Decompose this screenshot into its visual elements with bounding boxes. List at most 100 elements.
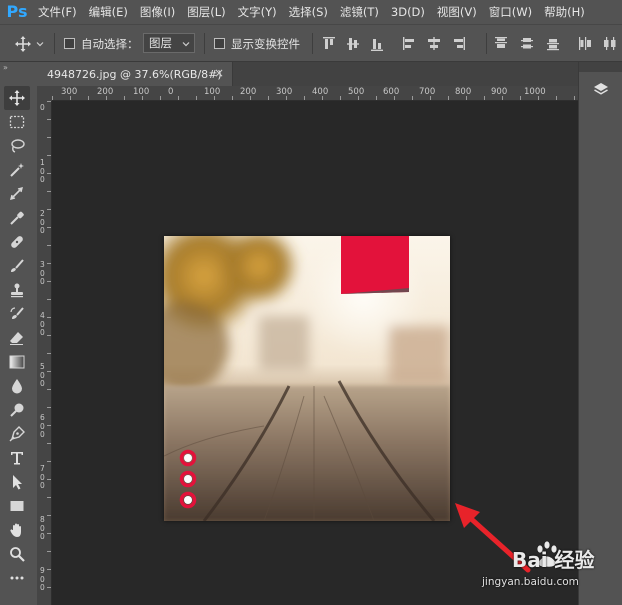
pen-tool[interactable] (4, 422, 30, 446)
menu-select[interactable]: 选择(S) (289, 0, 328, 24)
ruler-label: 900 (491, 87, 508, 97)
chevron-down-icon (182, 42, 190, 47)
options-bar: 自动选择： 图层 显示变换控件 (0, 24, 622, 62)
right-panel-dock (578, 62, 622, 605)
move-tool-preset[interactable] (14, 25, 45, 62)
ruler-label: 900 (40, 566, 45, 592)
distribute-hcenter-icon (604, 37, 616, 50)
ruler-label: 700 (419, 87, 436, 97)
document-canvas[interactable] (164, 236, 450, 521)
align-bottom-icon (371, 39, 383, 51)
zoom-icon (10, 547, 25, 562)
marquee-tool[interactable] (4, 110, 30, 134)
separator (54, 33, 55, 54)
distribute-buttons-group[interactable] (492, 34, 620, 54)
menu-filter[interactable]: 滤镜(T) (340, 0, 379, 24)
crop-tool[interactable] (4, 182, 30, 206)
hand-icon (10, 523, 21, 537)
layers-panel-button[interactable] (586, 78, 616, 102)
history-brush-icon (10, 307, 24, 319)
menu-view[interactable]: 视图(V) (437, 0, 477, 24)
ruler-label: 700 (40, 464, 45, 490)
ruler-label: 600 (383, 87, 400, 97)
clone-stamp-tool[interactable] (4, 278, 30, 302)
close-tab-icon[interactable]: × (214, 66, 224, 80)
photoshop-logo: Ps (6, 2, 28, 21)
horizontal-ruler[interactable]: 300 200 100 0 100 200 300 400 500 600 70… (52, 86, 578, 101)
lasso-tool[interactable] (4, 134, 30, 158)
more-tools[interactable] (4, 566, 30, 590)
menu-file[interactable]: 文件(F) (38, 0, 77, 24)
ruler-label: 300 (61, 87, 78, 97)
type-icon (11, 452, 23, 465)
vertical-ruler[interactable]: 0 100 200 300 400 500 600 700 800 900 (37, 101, 52, 605)
crop-icon (10, 187, 23, 200)
ruler-label: 0 (40, 103, 45, 112)
eyedropper-icon (10, 211, 24, 225)
menu-image[interactable]: 图像(I) (140, 0, 175, 24)
ruler-label: 200 (97, 87, 114, 97)
zoom-tool[interactable] (4, 542, 30, 566)
menu-bar: Ps 文件(F) 编辑(E) 图像(I) 图层(L) 文字(Y) 选择(S) 滤… (0, 0, 622, 24)
path-selection-tool[interactable] (4, 470, 30, 494)
move-icon (9, 90, 25, 106)
document-tab-bar: 4948726.jpg @ 37.6%(RGB/8#) × (37, 62, 578, 86)
eraser-tool[interactable] (4, 326, 30, 350)
align-buttons-group[interactable] (320, 34, 480, 54)
history-brush-tool[interactable] (4, 302, 30, 326)
ruler-origin[interactable] (37, 86, 52, 101)
eyedropper-tool[interactable] (4, 206, 30, 230)
auto-select-label: 自动选择： (81, 36, 139, 51)
ruler-label: 800 (455, 87, 472, 97)
gradient-tool[interactable] (4, 350, 30, 374)
watermark-brand: Bai 经验 (512, 548, 595, 572)
align-left-icon (403, 37, 414, 50)
menu-edit[interactable]: 编辑(E) (89, 0, 128, 24)
photo-image (164, 236, 450, 521)
healing-brush-tool[interactable] (4, 230, 30, 254)
menu-layer[interactable]: 图层(L) (187, 0, 225, 24)
type-tool[interactable] (4, 446, 30, 470)
watermark-url: jingyan.baidu.com (482, 576, 579, 588)
healing-brush-icon (11, 236, 23, 248)
ruler-label: 600 (40, 413, 45, 439)
brush-tool[interactable] (4, 254, 30, 278)
marquee-icon (9, 115, 25, 129)
document-tab[interactable]: 4948726.jpg @ 37.6%(RGB/8#) × (37, 62, 233, 86)
ruler-label: 1000 (524, 87, 546, 97)
panel-dock-header (579, 62, 622, 72)
distribute-vcenter-icon (521, 38, 533, 49)
menu-window[interactable]: 窗口(W) (489, 0, 532, 24)
hand-tool[interactable] (4, 518, 30, 542)
magic-wand-tool[interactable] (4, 158, 30, 182)
auto-select-checkbox[interactable] (64, 38, 75, 49)
clone-stamp-icon (11, 283, 23, 298)
ruler-label: 300 (40, 260, 45, 286)
distribute-top-icon (495, 37, 507, 48)
collapse-grip-icon[interactable]: » (3, 63, 8, 72)
rectangle-tool[interactable] (4, 494, 30, 518)
brush-icon (11, 259, 24, 272)
pen-icon (9, 426, 25, 442)
auto-select-target-dropdown[interactable]: 图层 (143, 33, 195, 53)
move-tool[interactable] (4, 86, 30, 110)
ruler-label: 500 (348, 87, 365, 97)
dodge-tool[interactable] (4, 398, 30, 422)
show-transform-option[interactable]: 显示变换控件 (214, 25, 300, 62)
rectangle-icon (10, 501, 24, 511)
ruler-label: 100 (204, 87, 221, 97)
auto-select-option[interactable]: 自动选择： (64, 25, 139, 62)
lasso-icon (11, 139, 25, 153)
document-tab-title: 4948726.jpg @ 37.6%(RGB/8#) (47, 67, 222, 81)
ruler-label: 200 (240, 87, 257, 97)
ruler-label: 0 (168, 87, 174, 97)
menu-type[interactable]: 文字(Y) (238, 0, 277, 24)
menu-list: 文件(F) 编辑(E) 图像(I) 图层(L) 文字(Y) 选择(S) 滤镜(T… (38, 0, 597, 24)
show-transform-label: 显示变换控件 (231, 36, 300, 51)
menu-help[interactable]: 帮助(H) (544, 0, 585, 24)
separator (486, 33, 487, 54)
blur-tool[interactable] (4, 374, 30, 398)
show-transform-checkbox[interactable] (214, 38, 225, 49)
ribbon-shape (341, 236, 409, 294)
menu-3d[interactable]: 3D(D) (391, 0, 425, 24)
